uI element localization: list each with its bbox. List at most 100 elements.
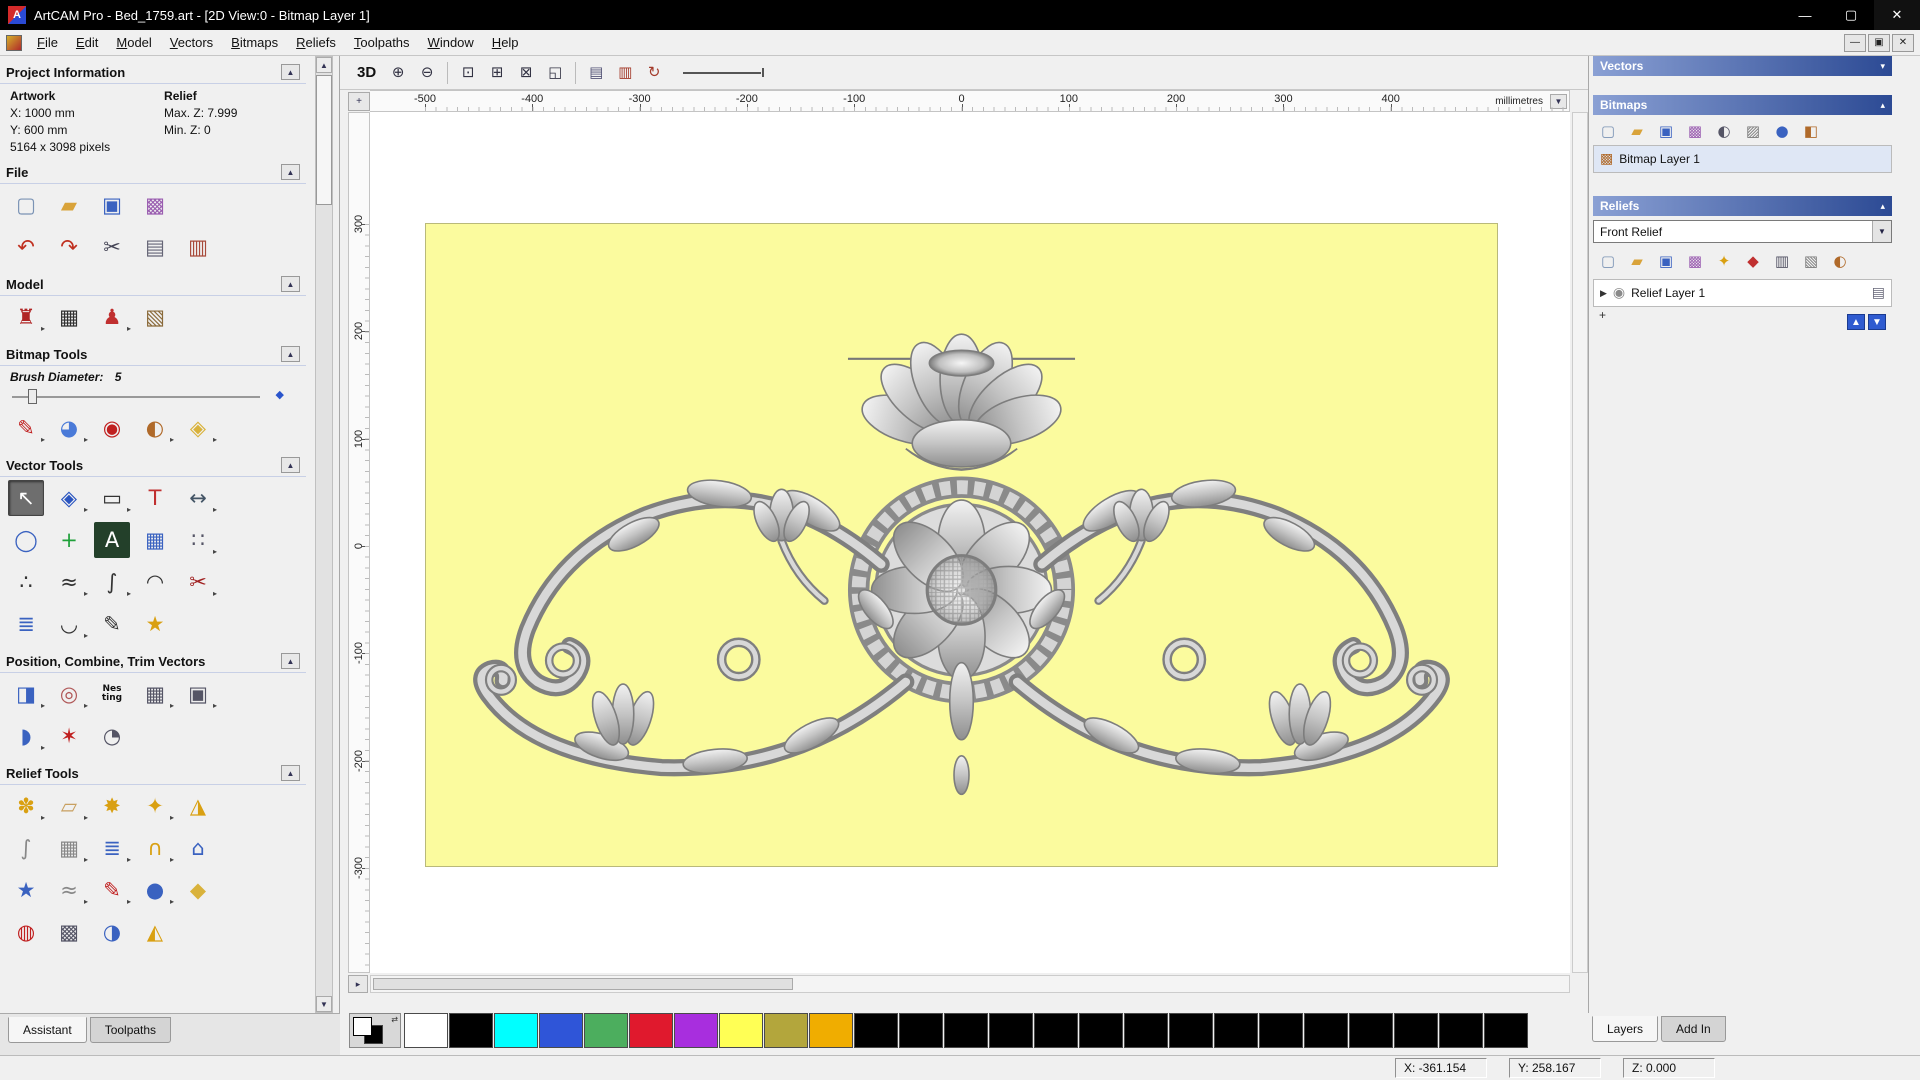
new-bitmap-button[interactable]: ▢	[1595, 119, 1621, 143]
relief-layer-properties-icon[interactable]: ▤	[1872, 286, 1885, 300]
snap-grid-button[interactable]: ▦	[137, 522, 173, 558]
new-relief-button[interactable]: ▢	[1595, 249, 1621, 273]
rollup-button[interactable]: ▲	[281, 276, 300, 292]
brush-diameter-slider[interactable]: ◆	[12, 387, 294, 405]
palette-swatch-24[interactable]	[1484, 1013, 1528, 1048]
canvas-viewport[interactable]	[370, 112, 1570, 973]
mirror-relief-button[interactable]: ◮	[180, 788, 216, 824]
flyout-arrow-icon[interactable]: ▸	[84, 813, 88, 822]
smooth-relief-button[interactable]: ▱ ▸	[51, 788, 88, 824]
model-area[interactable]	[425, 223, 1498, 867]
maximize-button[interactable]: ▢	[1828, 0, 1874, 30]
calculate-relief-button[interactable]: ◆	[1740, 249, 1766, 273]
flyout-arrow-icon[interactable]: ▸	[170, 701, 174, 710]
mdi-restore-button[interactable]: ▣	[1868, 33, 1890, 52]
create-polyline-button[interactable]: +	[51, 522, 87, 558]
scroll-up-icon[interactable]: ▲	[316, 57, 332, 73]
flyout-arrow-icon[interactable]: ▸	[213, 505, 217, 514]
rollup-button[interactable]: ▲	[281, 346, 300, 362]
flyout-arrow-icon[interactable]: ▸	[127, 505, 131, 514]
free-draw-button[interactable]: ✎	[94, 606, 130, 642]
texture-fill-button[interactable]: ◈ ▸	[180, 410, 217, 446]
menu-window[interactable]: Window	[419, 32, 483, 53]
texture-sphere-button[interactable]: ● ▸	[137, 872, 174, 908]
weld-vectors-button[interactable]: ✶	[51, 718, 87, 754]
rollup-button[interactable]: ▲	[281, 457, 300, 473]
chevron-up-icon[interactable]: ▴	[1880, 100, 1885, 111]
open-relief-button[interactable]: ▰	[1624, 249, 1650, 273]
vectors-header[interactable]: Vectors ▾	[1593, 56, 1892, 76]
flyout-arrow-icon[interactable]: ▸	[84, 435, 88, 444]
face-wizard-button[interactable]: ◑	[94, 914, 130, 950]
palette-swatch-10[interactable]	[854, 1013, 898, 1048]
tab-toolpaths[interactable]: Toolpaths	[89, 1017, 172, 1043]
smooth-polyline-button[interactable]: ≈ ▸	[51, 564, 88, 600]
turn-model-button[interactable]: ◍	[8, 914, 44, 950]
palette-swatch-20[interactable]	[1304, 1013, 1348, 1048]
align-objects-button[interactable]: ◨ ▸	[8, 676, 45, 712]
flyout-arrow-icon[interactable]: ▸	[84, 897, 88, 906]
flyout-arrow-icon[interactable]: ▸	[84, 701, 88, 710]
vertical-scrollbar[interactable]	[1572, 112, 1588, 973]
rollup-button[interactable]: ▲	[281, 64, 300, 80]
flyout-arrow-icon[interactable]: ▸	[213, 701, 217, 710]
palette-swatch-1[interactable]	[449, 1013, 493, 1048]
copy-view-button[interactable]: ▤	[583, 61, 609, 85]
mdi-close-button[interactable]: ✕	[1892, 33, 1914, 52]
emboss-button[interactable]: ◭	[137, 914, 173, 950]
palette-swatch-9[interactable]	[809, 1013, 853, 1048]
combo-arrow-icon[interactable]: ▼	[1872, 221, 1891, 242]
palette-swatch-0[interactable]	[404, 1013, 448, 1048]
ruler-menu-button[interactable]: ▼	[1550, 94, 1567, 109]
pane-split-button[interactable]: ▸	[348, 975, 368, 993]
add-clipart-button[interactable]: ✦ ▸	[137, 788, 174, 824]
palette-swatch-8[interactable]	[764, 1013, 808, 1048]
flyout-arrow-icon[interactable]: ▸	[41, 813, 45, 822]
palette-swatch-2[interactable]	[494, 1013, 538, 1048]
star-wizard-button[interactable]: ★	[8, 872, 44, 908]
create-star-button[interactable]: ★	[137, 606, 173, 642]
palette-swatch-11[interactable]	[899, 1013, 943, 1048]
expander-icon[interactable]: ▶	[1600, 288, 1607, 299]
create-arc-button[interactable]: ◠	[137, 564, 173, 600]
paint-selective-button[interactable]: ◕ ▸	[51, 410, 88, 446]
line-width-selector[interactable]	[683, 68, 765, 77]
bitmaps-header[interactable]: Bitmaps ▴	[1593, 95, 1892, 115]
paste-view-button[interactable]: ▥	[612, 61, 638, 85]
create-ellipse-button[interactable]: ◯	[8, 522, 44, 558]
flyout-arrow-icon[interactable]: ▸	[84, 631, 88, 640]
flyout-arrow-icon[interactable]: ▸	[84, 589, 88, 598]
flyout-arrow-icon[interactable]: ▸	[170, 897, 174, 906]
import-bitmap-button[interactable]: ▩	[1682, 119, 1708, 143]
tab-add-in[interactable]: Add In	[1661, 1016, 1726, 1042]
palette-swatch-7[interactable]	[719, 1013, 763, 1048]
rollup-button[interactable]: ▲	[281, 765, 300, 781]
flyout-arrow-icon[interactable]: ▸	[41, 324, 45, 333]
minimize-button[interactable]: —	[1782, 0, 1828, 30]
save-model-button[interactable]: ▣	[94, 187, 130, 223]
reliefs-header[interactable]: Reliefs ▴	[1593, 196, 1892, 216]
swap-colours-icon[interactable]: ⇄	[391, 1015, 398, 1024]
model-preview-button[interactable]: ▧	[137, 299, 173, 335]
palette-swatch-22[interactable]	[1394, 1013, 1438, 1048]
ruler-origin-button[interactable]: +	[348, 92, 370, 111]
slider-thumb[interactable]	[28, 389, 37, 404]
create-text-button[interactable]: T	[137, 480, 173, 516]
foreground-colour[interactable]	[353, 1017, 372, 1036]
smoothing-button[interactable]: ∫	[8, 830, 44, 866]
flyout-arrow-icon[interactable]: ▸	[84, 855, 88, 864]
nesting-button[interactable]: Nes ting	[94, 676, 130, 712]
zoom-out-button[interactable]: ⊖	[414, 61, 440, 85]
foreground-background-selector[interactable]: ⇄	[349, 1013, 401, 1048]
menu-edit[interactable]: Edit	[67, 32, 107, 53]
close-button[interactable]: ✕	[1874, 0, 1920, 30]
flyout-arrow-icon[interactable]: ▸	[84, 505, 88, 514]
flood-fill-button[interactable]: ◉	[94, 410, 130, 446]
texture-weave-button[interactable]: ▦ ▸	[51, 830, 88, 866]
relief-options-button[interactable]: ◐	[1827, 249, 1853, 273]
palette-swatch-14[interactable]	[1034, 1013, 1078, 1048]
circular-copy-button[interactable]: ◎ ▸	[51, 676, 88, 712]
open-model-button[interactable]: ▰	[51, 187, 87, 223]
flyout-arrow-icon[interactable]: ▸	[127, 855, 131, 864]
bitmap-to-vector-button[interactable]: A	[94, 522, 130, 558]
